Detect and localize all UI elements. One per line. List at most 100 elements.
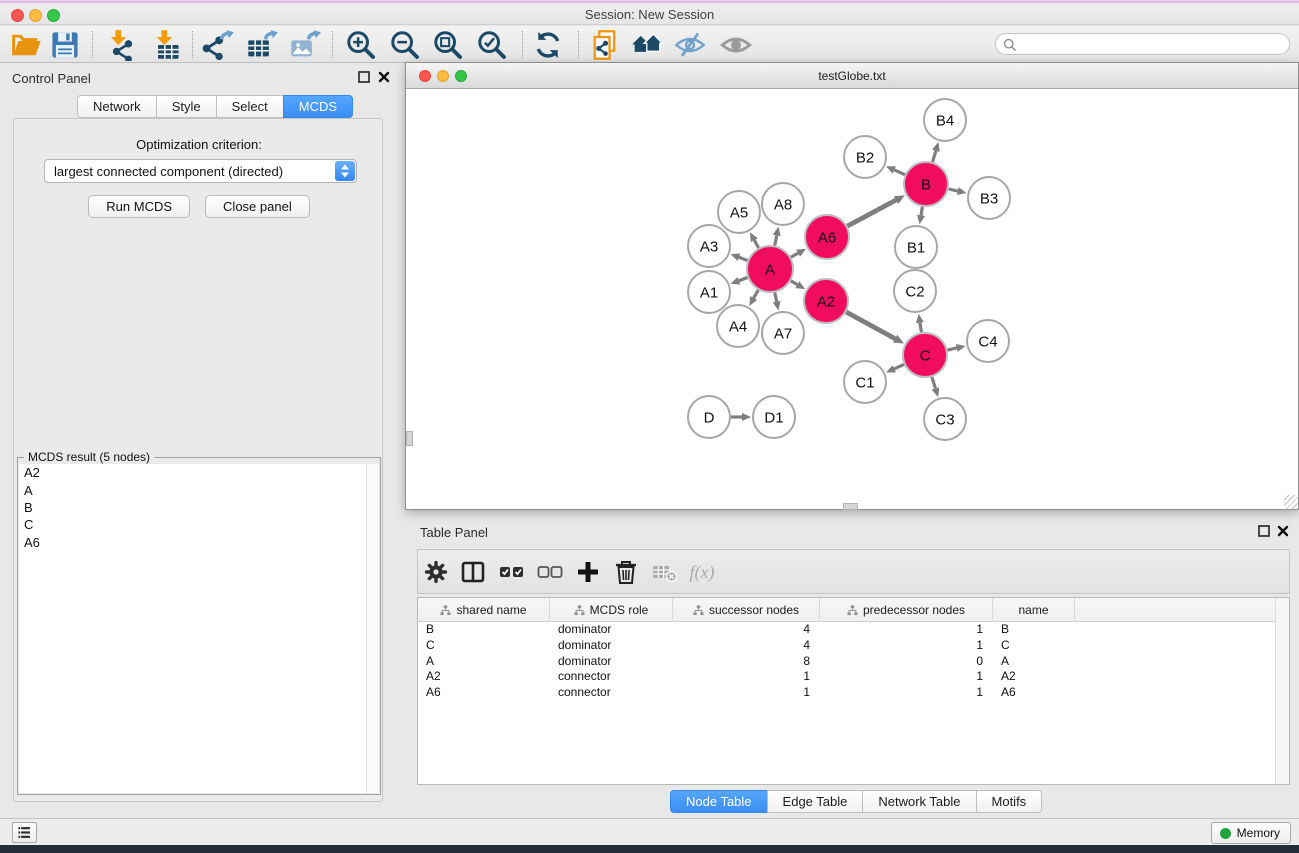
table-row[interactable]: A2connector11A2 bbox=[418, 669, 1276, 685]
table-panel-close-icon[interactable] bbox=[1276, 524, 1290, 538]
column-header-predecessor-nodes[interactable]: predecessor nodes bbox=[820, 598, 993, 622]
network-window-titlebar[interactable]: testGlobe.txt bbox=[406, 63, 1298, 89]
tab-mcds[interactable]: MCDS bbox=[283, 95, 353, 118]
mcds-result-item[interactable]: C bbox=[19, 516, 367, 533]
resize-grip[interactable] bbox=[1284, 495, 1298, 509]
save-session-icon[interactable] bbox=[49, 29, 81, 61]
mcds-result-item[interactable]: A bbox=[19, 481, 367, 498]
tab-motifs[interactable]: Motifs bbox=[976, 790, 1043, 813]
tab-edge-table[interactable]: Edge Table bbox=[767, 790, 864, 813]
graph-edge-A-A2[interactable] bbox=[791, 281, 798, 285]
tab-select[interactable]: Select bbox=[216, 95, 284, 118]
zoom-selected-icon[interactable] bbox=[476, 29, 508, 61]
zoom-out-icon[interactable] bbox=[389, 29, 421, 61]
optimization-criterion-select[interactable]: largest connected component (directed) bbox=[44, 159, 357, 183]
splitter-handle-bottom[interactable] bbox=[843, 503, 858, 510]
open-session-icon[interactable] bbox=[11, 29, 43, 61]
tab-network-table[interactable]: Network Table bbox=[862, 790, 976, 813]
mcds-result-item[interactable]: A6 bbox=[19, 534, 367, 551]
table-cell: dominator bbox=[550, 638, 673, 654]
export-network-icon[interactable] bbox=[202, 29, 234, 61]
mcds-result-scrollbar[interactable] bbox=[366, 464, 379, 793]
export-image-icon[interactable] bbox=[289, 29, 321, 61]
column-header-mcds-role[interactable]: MCDS role bbox=[550, 598, 673, 622]
table-cell: 1 bbox=[673, 669, 820, 685]
tab-node-table[interactable]: Node Table bbox=[670, 790, 768, 813]
mcds-result-item[interactable]: B bbox=[19, 499, 367, 516]
task-history-button[interactable] bbox=[12, 822, 37, 843]
graph-edge-A-A4[interactable] bbox=[754, 290, 759, 298]
table-cell: C bbox=[418, 638, 550, 654]
run-mcds-button[interactable]: Run MCDS bbox=[88, 195, 190, 218]
memory-button[interactable]: Memory bbox=[1211, 822, 1291, 844]
graph-node-label-A8: A8 bbox=[774, 196, 792, 213]
mcds-result-item[interactable]: A2 bbox=[19, 464, 367, 481]
table-panel-float-icon[interactable] bbox=[1257, 524, 1271, 538]
graph-edge-B-B2[interactable] bbox=[894, 170, 905, 175]
table-row[interactable]: A6connector11A6 bbox=[418, 685, 1276, 701]
column-header-shared-name[interactable]: shared name bbox=[418, 598, 550, 622]
graph-edge-C-C3[interactable] bbox=[932, 377, 936, 389]
window-title: Session: New Session bbox=[0, 7, 1299, 22]
table-settings-icon[interactable] bbox=[422, 558, 450, 586]
zoom-fit-icon[interactable] bbox=[432, 29, 464, 61]
add-entry-icon[interactable] bbox=[574, 558, 602, 586]
column-header-name[interactable]: name bbox=[993, 598, 1075, 622]
graph-edge-B-B1[interactable] bbox=[921, 207, 922, 216]
control-panel-title: Control Panel bbox=[12, 71, 91, 86]
table-row[interactable]: Cdominator41C bbox=[418, 638, 1276, 654]
memory-status-dot bbox=[1220, 828, 1231, 839]
graph-edge-C-C4[interactable] bbox=[947, 348, 956, 350]
table-cell: 1 bbox=[820, 622, 993, 638]
control-panel-tabs: NetworkStyleSelectMCDS bbox=[77, 95, 353, 118]
graph-edge-A6-B[interactable] bbox=[847, 200, 896, 226]
zoom-in-icon[interactable] bbox=[345, 29, 377, 61]
graph-edge-A2-C[interactable] bbox=[846, 312, 895, 339]
node-table-scrollbar[interactable] bbox=[1275, 598, 1289, 784]
delete-table-icon[interactable] bbox=[650, 558, 678, 586]
delete-entry-icon[interactable] bbox=[612, 558, 640, 586]
graph-node-label-A: A bbox=[765, 261, 775, 278]
graph-edge-A-A7[interactable] bbox=[775, 293, 777, 302]
search-field[interactable] bbox=[995, 33, 1290, 55]
table-row[interactable]: Bdominator41B bbox=[418, 622, 1276, 638]
clone-network-icon[interactable] bbox=[589, 29, 621, 61]
graph-edge-A-A6[interactable] bbox=[791, 253, 798, 257]
graph-edge-B-B4[interactable] bbox=[933, 151, 936, 162]
close-panel-button[interactable]: Close panel bbox=[205, 195, 310, 218]
hide-selected-icon[interactable] bbox=[674, 29, 706, 61]
control-panel: Optimization criterion: largest connecte… bbox=[13, 118, 383, 802]
table-cell: A bbox=[418, 654, 550, 670]
graph-edge-C-C2[interactable] bbox=[920, 323, 922, 333]
graph-edge-B-B3[interactable] bbox=[948, 189, 957, 191]
network-graph[interactable]: B4B2BB3A8A5A6A3B1AA1C2A2A4A7C4CC1C3DD1 bbox=[406, 89, 1298, 509]
control-panel-close-icon[interactable] bbox=[377, 70, 391, 84]
import-table-icon[interactable] bbox=[150, 29, 182, 61]
split-panel-icon[interactable] bbox=[459, 558, 487, 586]
first-neighbors-icon[interactable] bbox=[631, 29, 663, 61]
graph-edge-A-A3[interactable] bbox=[739, 257, 748, 260]
graph-node-label-B2: B2 bbox=[856, 149, 874, 166]
graph-edge-A-A5[interactable] bbox=[754, 240, 758, 248]
graph-edge-A-A1[interactable] bbox=[739, 277, 748, 280]
table-row[interactable]: Adominator80A bbox=[418, 654, 1276, 670]
graph-edge-arrowhead bbox=[731, 254, 741, 261]
import-network-icon[interactable] bbox=[104, 29, 136, 61]
column-header-successor-nodes[interactable]: successor nodes bbox=[673, 598, 820, 622]
export-table-icon[interactable] bbox=[246, 29, 278, 61]
tab-network[interactable]: Network bbox=[77, 95, 157, 118]
graph-edge-A-A8[interactable] bbox=[775, 235, 777, 245]
graph-edge-arrowhead bbox=[932, 142, 940, 152]
function-builder-icon[interactable]: f(x) bbox=[688, 558, 716, 586]
search-input[interactable] bbox=[1022, 35, 1282, 53]
tab-style[interactable]: Style bbox=[156, 95, 217, 118]
deselect-all-icon[interactable] bbox=[536, 558, 564, 586]
refresh-layout-icon[interactable] bbox=[532, 29, 564, 61]
graph-edge-arrowhead bbox=[773, 301, 781, 311]
select-all-icon[interactable] bbox=[498, 558, 526, 586]
splitter-handle-left[interactable] bbox=[406, 431, 413, 446]
control-panel-float-icon[interactable] bbox=[357, 70, 371, 84]
graph-edge-C-C1[interactable] bbox=[894, 364, 904, 368]
mcds-result-list[interactable]: A2ABCA6 bbox=[19, 464, 367, 793]
show-all-icon[interactable] bbox=[720, 29, 752, 61]
